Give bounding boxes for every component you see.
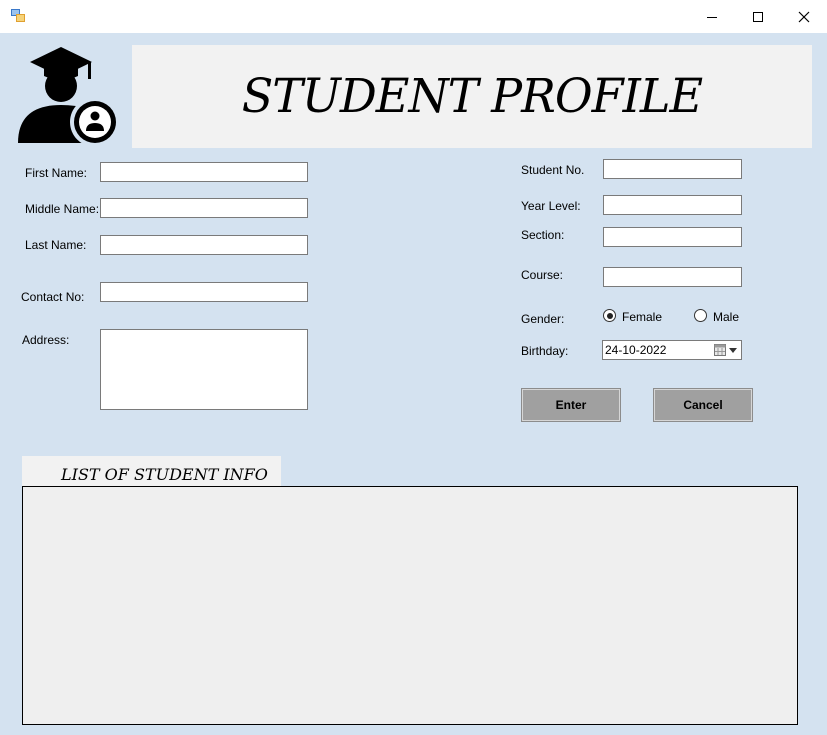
male-option-label[interactable]: Male (713, 310, 739, 324)
close-icon (798, 11, 810, 22)
chevron-down-icon[interactable] (729, 348, 737, 353)
address-field[interactable] (100, 329, 308, 410)
birthday-date-picker[interactable]: 24-10-2022 (602, 340, 742, 360)
middle-name-field[interactable] (100, 198, 308, 218)
student-list-header: LIST OF STUDENT INFO (22, 456, 281, 486)
minimize-button[interactable] (689, 0, 735, 33)
birthday-label: Birthday: (521, 344, 569, 358)
year-level-field[interactable] (603, 195, 742, 215)
enter-button[interactable]: Enter (521, 388, 621, 422)
section-label: Section: (521, 228, 565, 242)
radio-selected-dot (606, 312, 613, 319)
app-icon (11, 9, 25, 22)
student-profile-window: STUDENT PROFILE First Name: Middle Name:… (0, 0, 827, 735)
student-list-title: LIST OF STUDENT INFO (61, 465, 268, 484)
male-radio[interactable] (694, 309, 707, 322)
first-name-label: First Name: (25, 166, 88, 180)
calendar-icon[interactable] (714, 344, 726, 356)
middle-name-label: Middle Name: (25, 202, 100, 216)
first-name-field[interactable] (100, 162, 308, 182)
title-bar (0, 0, 827, 33)
contact-no-field[interactable] (100, 282, 308, 302)
gender-label: Gender: (521, 312, 565, 326)
birthday-value: 24-10-2022 (605, 343, 667, 357)
student-graduate-icon (18, 47, 120, 146)
minimize-icon (707, 16, 717, 18)
year-level-label: Year Level: (521, 199, 581, 213)
close-button[interactable] (781, 0, 827, 33)
student-info-list[interactable] (22, 486, 798, 725)
page-title: STUDENT PROFILE (241, 69, 703, 124)
female-radio[interactable] (603, 309, 616, 322)
last-name-label: Last Name: (25, 238, 87, 252)
section-field[interactable] (603, 227, 742, 247)
header-banner: STUDENT PROFILE (132, 45, 812, 148)
address-label: Address: (22, 333, 70, 347)
contact-no-label: Contact No: (21, 290, 85, 304)
course-field[interactable] (603, 267, 742, 287)
course-label: Course: (521, 268, 564, 282)
student-no-label: Student No. (521, 163, 585, 177)
female-option-label[interactable]: Female (622, 310, 662, 324)
student-no-field[interactable] (603, 159, 742, 179)
cancel-button[interactable]: Cancel (653, 388, 753, 422)
maximize-icon (753, 11, 763, 22)
last-name-field[interactable] (100, 235, 308, 255)
maximize-button[interactable] (735, 0, 781, 33)
